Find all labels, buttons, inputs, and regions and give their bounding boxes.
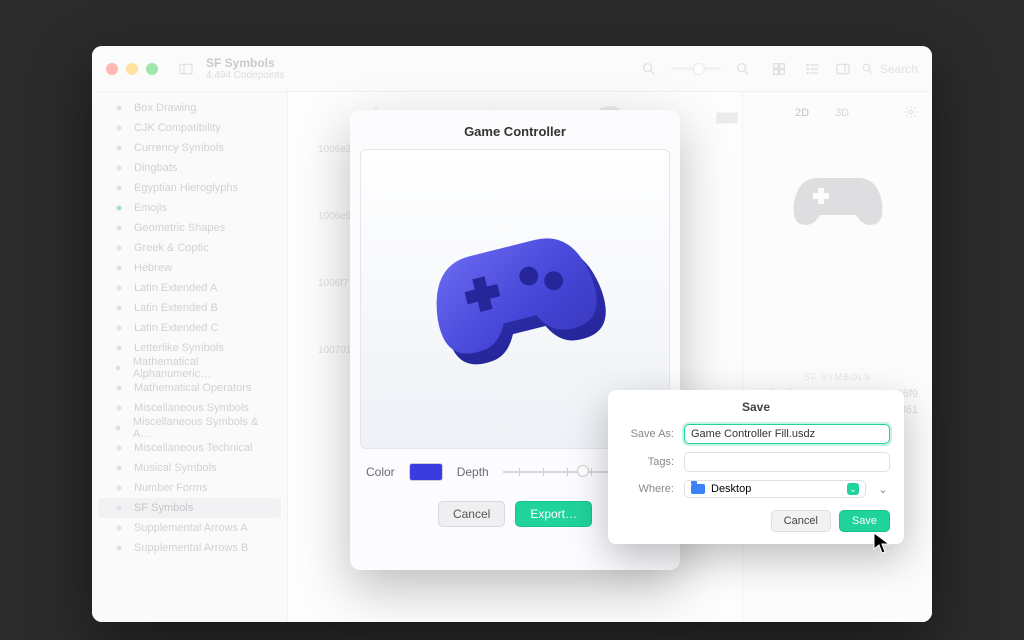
disclose-icon[interactable]: ⌄ xyxy=(876,482,890,496)
select-caret-icon: ⌄ xyxy=(847,483,859,495)
where-value: Desktop xyxy=(711,483,751,495)
where-label: Where: xyxy=(622,483,674,495)
save-button[interactable]: Save xyxy=(839,510,890,532)
where-select[interactable]: Desktop ⌄ xyxy=(684,480,866,498)
save-as-label: Save As: xyxy=(622,428,674,440)
tags-input[interactable] xyxy=(684,452,890,472)
modal-title: Game Controller xyxy=(350,110,680,149)
cursor-icon xyxy=(872,531,892,555)
save-panel: Save Save As: Tags: Where: Desktop ⌄ ⌄ C… xyxy=(608,390,904,544)
save-as-input[interactable] xyxy=(684,424,890,444)
depth-label: Depth xyxy=(457,465,489,479)
folder-icon xyxy=(691,484,705,494)
tags-label: Tags: xyxy=(622,456,674,468)
cancel-button[interactable]: Cancel xyxy=(438,501,505,527)
color-label: Color xyxy=(366,465,395,479)
export-button[interactable]: Export… xyxy=(515,501,592,527)
color-swatch[interactable] xyxy=(409,463,443,481)
save-cancel-button[interactable]: Cancel xyxy=(771,510,831,532)
save-panel-title: Save xyxy=(622,400,890,414)
